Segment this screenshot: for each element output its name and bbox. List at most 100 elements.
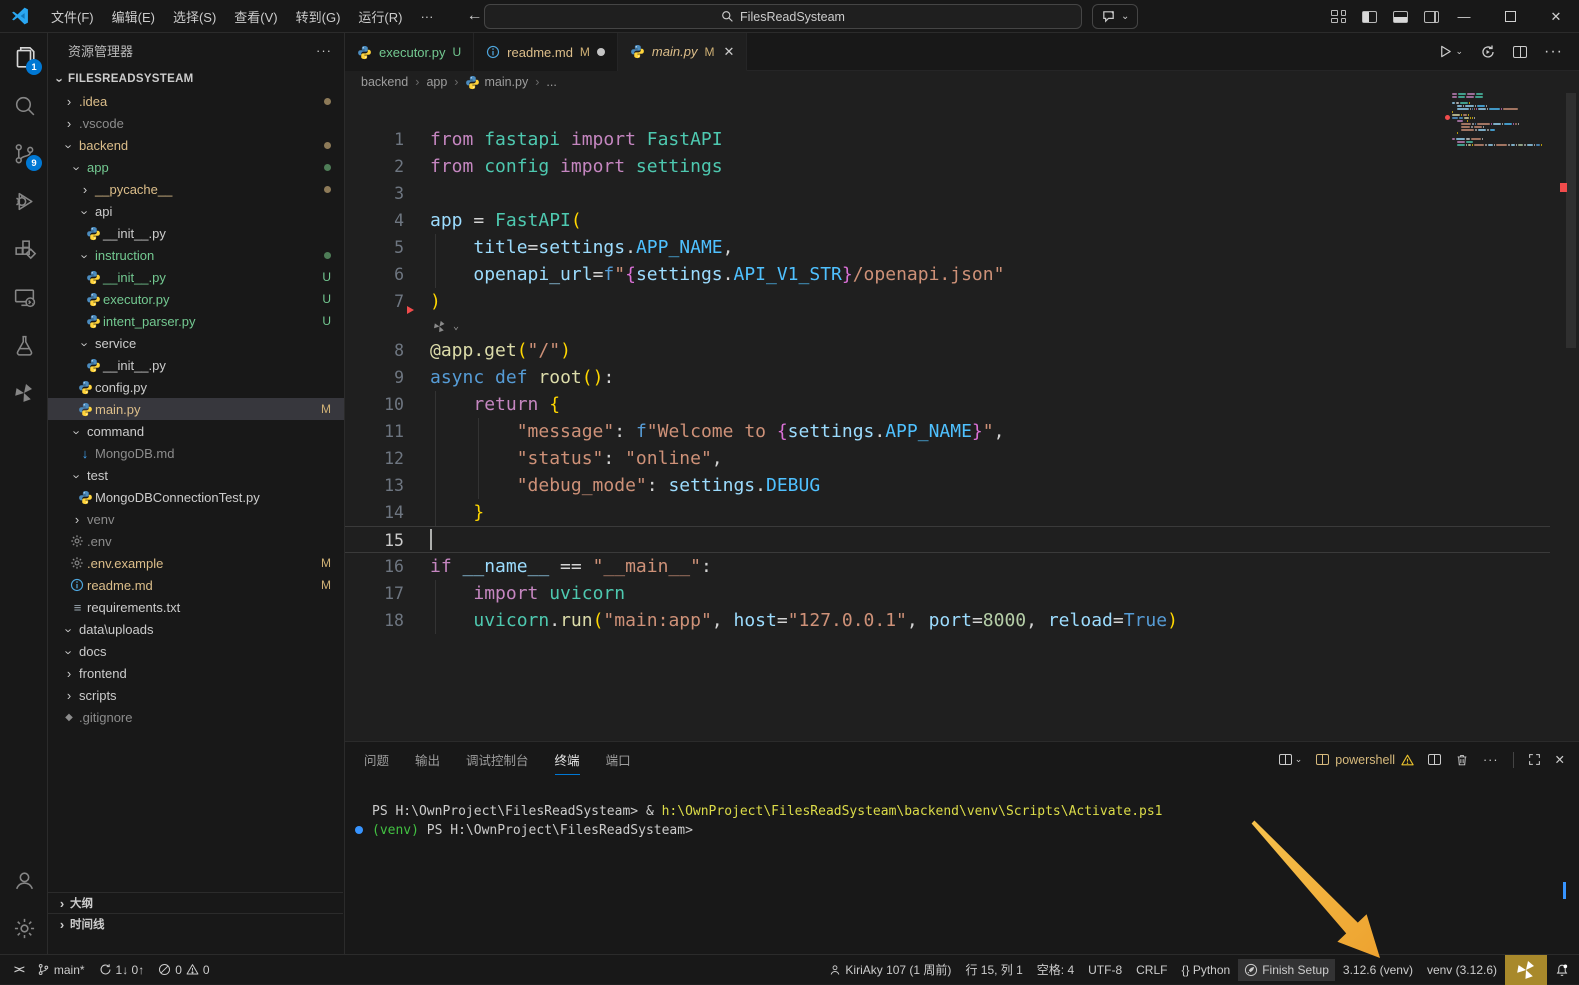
- code-line-2[interactable]: 2from config import settings: [345, 153, 1550, 180]
- maximize-panel-icon[interactable]: [1528, 753, 1541, 766]
- customize-layout-button[interactable]: [1331, 10, 1346, 23]
- tree-item-__init__.py[interactable]: __init__.pyU: [48, 266, 344, 288]
- activity-testing-icon[interactable]: [0, 321, 48, 369]
- tree-item-scripts[interactable]: ›scripts: [48, 684, 344, 706]
- tree-item-data\uploads[interactable]: ›data\uploads: [48, 618, 344, 640]
- kill-terminal-icon[interactable]: [1455, 753, 1469, 767]
- status-cursor-position[interactable]: 行 15, 列 1: [959, 959, 1028, 981]
- activity-files-icon[interactable]: 1: [0, 33, 48, 81]
- tree-item-.idea[interactable]: ›.idea: [48, 90, 344, 112]
- panel-more-actions[interactable]: ···: [1483, 753, 1499, 767]
- code-line-17[interactable]: 17 import uvicorn: [345, 580, 1550, 607]
- status-finish-setup[interactable]: Finish Setup: [1238, 959, 1335, 981]
- code-line-3[interactable]: 3: [345, 180, 1550, 207]
- tree-item-test[interactable]: ›test: [48, 464, 344, 486]
- code-line-11[interactable]: 11 "message": f"Welcome to {settings.APP…: [345, 418, 1550, 445]
- window-maximize-button[interactable]: [1487, 0, 1533, 33]
- launch-profile-button[interactable]: ⌄: [1279, 754, 1303, 765]
- menu-编辑(E)[interactable]: 编辑(E): [103, 3, 164, 30]
- status-extension-highlight[interactable]: [1505, 955, 1547, 985]
- breadcrumb-backend[interactable]: backend: [361, 75, 408, 89]
- code-line-16[interactable]: 16if __name__ == "__main__":: [345, 553, 1550, 580]
- tree-item-__pycache__[interactable]: ›__pycache__: [48, 178, 344, 200]
- code-line-4[interactable]: 4app = FastAPI(: [345, 207, 1550, 234]
- toggle-primary-sidebar-button[interactable]: [1362, 11, 1377, 23]
- code-line-12[interactable]: 12 "status": "online",: [345, 445, 1550, 472]
- tree-item-service[interactable]: ›service: [48, 332, 344, 354]
- menu-查看(V)[interactable]: 查看(V): [225, 3, 286, 30]
- code-line-15[interactable]: 15: [345, 526, 1550, 553]
- tree-item-backend[interactable]: ›backend: [48, 134, 344, 156]
- tree-item-config.py[interactable]: config.py: [48, 376, 344, 398]
- breadcrumb-main.py[interactable]: main.py: [465, 75, 528, 90]
- tree-root-folder[interactable]: › FILESREADSYSTEAM: [48, 68, 344, 90]
- tree-item-.env[interactable]: .env: [48, 530, 344, 552]
- split-editor-icon[interactable]: [1513, 46, 1527, 58]
- menu-转到(G)[interactable]: 转到(G): [287, 3, 350, 30]
- status-indentation[interactable]: 空格: 4: [1031, 959, 1080, 981]
- code-line-9[interactable]: 9async def root():: [345, 364, 1550, 391]
- editor-tab-executor.py[interactable]: executor.pyU: [345, 33, 474, 71]
- activity-source-control-icon[interactable]: 9: [0, 129, 48, 177]
- activity-search-icon[interactable]: [0, 81, 48, 129]
- status-git-branch[interactable]: main*: [31, 959, 91, 981]
- tree-item-executor.py[interactable]: executor.pyU: [48, 288, 344, 310]
- close-panel-icon[interactable]: ✕: [1555, 752, 1565, 767]
- terminal-output[interactable]: PS H:\OwnProject\FilesReadSysteam> & h:\…: [372, 802, 1163, 840]
- menu-more[interactable]: ···: [411, 5, 442, 28]
- activity-pinwheel-icon[interactable]: [0, 369, 48, 417]
- window-minimize-button[interactable]: —: [1441, 0, 1487, 33]
- tree-item-MongoDBConnectionTest.py[interactable]: MongoDBConnectionTest.py: [48, 486, 344, 508]
- close-tab-icon[interactable]: ✕: [723, 44, 734, 60]
- tree-item-.gitignore[interactable]: ◆.gitignore: [48, 706, 344, 728]
- split-terminal-icon[interactable]: [1428, 754, 1441, 765]
- status-eol[interactable]: CRLF: [1130, 959, 1173, 981]
- activity-account-icon[interactable]: [0, 856, 48, 904]
- panel-tab-端口[interactable]: 端口: [606, 746, 631, 773]
- editor-tab-readme.md[interactable]: readme.mdM: [474, 33, 618, 71]
- code-line-6[interactable]: 6 openapi_url=f"{settings.API_V1_STR}/op…: [345, 261, 1550, 288]
- tree-item-command[interactable]: ›command: [48, 420, 344, 442]
- tree-item-requirements.txt[interactable]: ≡requirements.txt: [48, 596, 344, 618]
- outline-section-header[interactable]: ›大纲: [48, 892, 343, 913]
- code-line-13[interactable]: 13 "debug_mode": settings.DEBUG: [345, 472, 1550, 499]
- breadcrumb[interactable]: backend›app›main.py›...: [345, 71, 1579, 93]
- editor-tab-main.py[interactable]: main.pyM✕: [618, 33, 747, 71]
- tree-item-MongoDB.md[interactable]: ↓MongoDB.md: [48, 442, 344, 464]
- run-or-debug-icon[interactable]: [1480, 44, 1496, 60]
- status-problems[interactable]: 00: [152, 959, 215, 981]
- panel-tab-问题[interactable]: 问题: [364, 746, 389, 773]
- dirty-dot-icon[interactable]: [597, 48, 605, 56]
- code-line-14[interactable]: 14 }: [345, 499, 1550, 526]
- tree-item-app[interactable]: ›app: [48, 156, 344, 178]
- status-blame[interactable]: KiriAky 107 (1 周前): [823, 959, 957, 981]
- inline-extension-widget[interactable]: ⌄: [345, 315, 1550, 337]
- status-venv-version[interactable]: venv (3.12.6): [1421, 959, 1503, 981]
- panel-tab-输出[interactable]: 输出: [415, 746, 440, 773]
- run-python-button[interactable]: ⌄: [1438, 44, 1463, 59]
- toggle-panel-button[interactable]: [1393, 11, 1408, 23]
- status-remote-indicator[interactable]: ><: [8, 959, 29, 981]
- code-editor[interactable]: 1from fastapi import FastAPI2from config…: [345, 126, 1550, 741]
- status-encoding[interactable]: UTF-8: [1082, 959, 1128, 981]
- code-line-7[interactable]: 7): [345, 288, 1550, 315]
- tree-item-docs[interactable]: ›docs: [48, 640, 344, 662]
- panel-tab-终端[interactable]: 终端: [555, 746, 580, 773]
- command-center-search[interactable]: FilesReadSysteam: [484, 4, 1082, 29]
- editor-more-actions[interactable]: ···: [1544, 43, 1563, 61]
- toggle-secondary-sidebar-button[interactable]: [1424, 11, 1439, 23]
- code-line-18[interactable]: 18 uvicorn.run("main:app", host="127.0.0…: [345, 607, 1550, 634]
- menu-选择(S)[interactable]: 选择(S): [164, 3, 225, 30]
- minimap[interactable]: [1452, 93, 1552, 147]
- tree-item-readme.md[interactable]: readme.mdM: [48, 574, 344, 596]
- breadcrumb-app[interactable]: app: [426, 75, 447, 89]
- activity-extensions-icon[interactable]: [0, 225, 48, 273]
- code-line-5[interactable]: 5 title=settings.APP_NAME,: [345, 234, 1550, 261]
- panel-tab-调试控制台[interactable]: 调试控制台: [466, 746, 529, 773]
- tree-item-__init__.py[interactable]: __init__.py: [48, 354, 344, 376]
- status-language[interactable]: {} Python: [1175, 959, 1236, 981]
- window-close-button[interactable]: ✕: [1533, 0, 1579, 33]
- activity-settings-gear-icon[interactable]: [0, 904, 48, 952]
- editor-scrollbar[interactable]: [1566, 93, 1576, 348]
- activity-run-debug-icon[interactable]: [0, 177, 48, 225]
